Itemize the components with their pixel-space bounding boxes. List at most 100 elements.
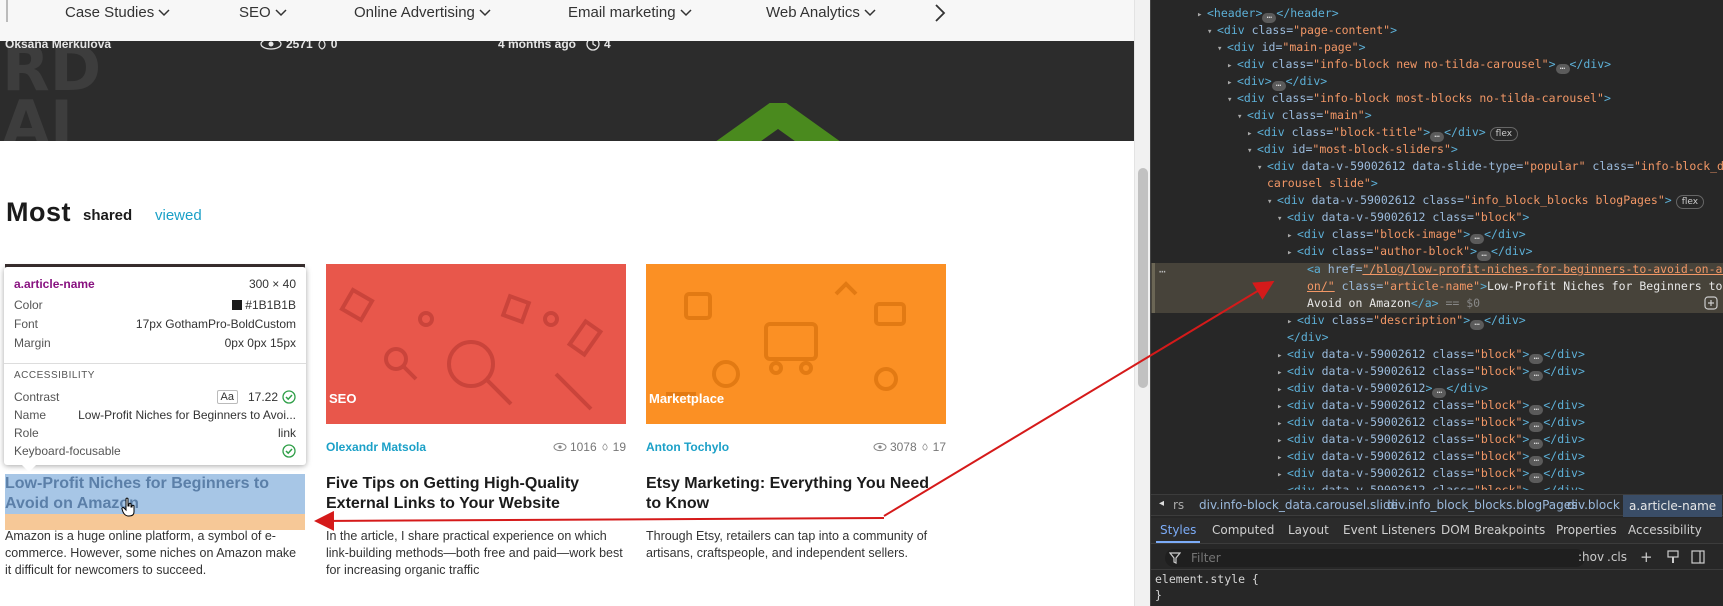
tag-token: <div	[1277, 193, 1312, 207]
breadcrumb-scroll-left-icon[interactable]: ◂	[1159, 498, 1164, 509]
dom-node-line[interactable]: carousel slide">	[1151, 175, 1723, 192]
dom-node-line[interactable]: ▸<div data-v-59002612 class="block">…</d…	[1151, 448, 1723, 466]
tab-event-listeners[interactable]: Event Listeners	[1343, 523, 1436, 537]
article-stats: 1016 19	[553, 440, 626, 454]
dom-node-line[interactable]: ▾ <div class="info-block most-blocks no-t…	[1151, 90, 1723, 107]
nav-item-web-analytics[interactable]: Web Analytics	[766, 4, 876, 21]
styles-filter-input[interactable]	[1165, 549, 1585, 567]
collapsed-dots-icon[interactable]: …	[1477, 250, 1492, 261]
chevron-right-icon[interactable]	[933, 2, 947, 24]
styles-filter-bar: :hov .cls +	[1151, 546, 1723, 570]
article-name[interactable]: Etsy Marketing: Everything You Need to K…	[646, 474, 946, 514]
author-name[interactable]: Anton Tochylo	[646, 440, 729, 454]
breadcrumb-item-active[interactable]: a.article-name	[1623, 495, 1723, 517]
dom-node-line[interactable]: on/" class="article-name">Low-Profit Nic…	[1151, 278, 1723, 295]
dom-node-line[interactable]: ▸ <div class="author-block">… </div>	[1151, 243, 1723, 262]
check-circle-icon	[282, 444, 296, 458]
dom-node-line[interactable]: ▸<div data-v-59002612 class="block">…</d…	[1151, 414, 1723, 432]
dom-node-line[interactable]: ▸<div data-v-59002612 class="block">…</d…	[1151, 482, 1723, 490]
dom-node-line[interactable]: ▸<div data-v-59002612 class="block">…</d…	[1151, 346, 1723, 364]
tag-token: </div>	[1543, 347, 1585, 361]
dom-node-line[interactable]: ▾ <div id="main-page">	[1151, 39, 1723, 56]
like-icon	[318, 41, 326, 50]
tab-styles[interactable]: Styles	[1160, 523, 1196, 537]
tooltip-size: 300 × 40	[248, 277, 296, 291]
tag-token: <div	[1297, 227, 1332, 241]
attr-name: class=	[1331, 313, 1374, 327]
dom-node-line[interactable]: <a href="/blog/low-profit-niches-for-beg…	[1151, 261, 1723, 278]
tab-properties[interactable]: Properties	[1556, 523, 1617, 537]
dom-node-line[interactable]: ▸ <div data-v-59002612>… </div>	[1151, 380, 1723, 398]
nav-item-seo[interactable]: SEO	[239, 4, 287, 21]
dom-node-line[interactable]: ▸ <div class="description">… </div>	[1151, 312, 1723, 330]
dom-node-line[interactable]: </div>	[1151, 329, 1723, 346]
hero-reading-time: 4	[604, 41, 611, 51]
dom-node-line[interactable]: ▸ <div>… </div>	[1151, 73, 1723, 91]
attr-name: data-v-59002612 class=	[1321, 432, 1474, 446]
element-style-rule[interactable]: element.style {	[1155, 572, 1259, 586]
views-count: 1016	[569, 440, 597, 454]
dom-node-line[interactable]: ▾ <div class="page-content">	[1151, 22, 1723, 39]
styles-pane: element.style { }	[1151, 572, 1723, 606]
cls-toggle[interactable]: .cls	[1607, 550, 1627, 564]
dom-node-line[interactable]: ▸ <div class="block-image">… </div>	[1151, 226, 1723, 244]
dom-node-line[interactable]: ▸<div data-v-59002612 class="block">…</d…	[1151, 363, 1723, 381]
sidebar-toggle-icon[interactable]	[1691, 550, 1705, 564]
tag-token: >	[1522, 483, 1530, 490]
tab-computed[interactable]: Computed	[1212, 523, 1274, 537]
like-icon	[922, 443, 928, 451]
selected-node-marker: == $0	[1438, 296, 1481, 310]
nav-item-case-studies[interactable]: Case Studies	[65, 4, 170, 21]
attr-name: data-v-59002612 class=	[1321, 398, 1474, 412]
expand-toggle-icon[interactable]: ▸	[1287, 245, 1297, 262]
dom-node-line[interactable]: ▸<div data-v-59002612 class="block">…</d…	[1151, 465, 1723, 483]
hov-toggle[interactable]: :hov	[1578, 550, 1604, 564]
article-name[interactable]: Five Tips on Getting High-Quality Extern…	[326, 474, 626, 514]
dom-node-line[interactable]: ▸ <div class="info-block new no-tilda-car…	[1151, 56, 1723, 74]
tab-dom-breakpoints[interactable]: DOM Breakpoints	[1441, 523, 1545, 537]
article-name[interactable]: Low-Profit Niches for Beginners to Avoid…	[5, 474, 305, 514]
category-tag[interactable]: SEO	[329, 391, 356, 406]
tag-token: <div	[1217, 23, 1252, 37]
tooltip-name-row: Name Low-Profit Niches for Beginners to …	[14, 408, 296, 422]
hero-author[interactable]: Oksana Merkulova	[5, 41, 111, 51]
hero-article-banner[interactable]: RD AI Oksana Merkulova 2571 0 4 months ag…	[0, 41, 1134, 141]
dom-node-line[interactable]: ▸ <div class="block-title">… </div> flex	[1151, 124, 1723, 142]
dom-node-line[interactable]: ▸<div data-v-59002612 class="block">…</d…	[1151, 397, 1723, 415]
tag-token: >	[1664, 193, 1672, 207]
dom-node-line[interactable]: Avoid on Amazon</a> == $0	[1151, 295, 1723, 312]
card-image[interactable]: SEO	[326, 264, 626, 424]
dom-node-line[interactable]: ▾ <div data-v-59002612 data-slide-type="p…	[1151, 158, 1723, 175]
dom-node-line[interactable]: ▸<div data-v-59002612 class="block">…</d…	[1151, 431, 1723, 449]
category-tag[interactable]: Marketplace	[649, 391, 724, 406]
attr-value: "info-block new no-tilda-carousel"	[1313, 57, 1549, 71]
breadcrumb-item[interactable]: rs	[1173, 498, 1184, 512]
page-scrollbar[interactable]	[1134, 0, 1150, 606]
add-rule-icon[interactable]: +	[1640, 548, 1653, 566]
dom-node-line[interactable]: ▾ <div data-v-59002612 class="info_block_…	[1151, 192, 1723, 209]
attr-value: "description"	[1373, 313, 1464, 327]
breadcrumb-item[interactable]: div.info_block_blocks.blogPages	[1387, 498, 1577, 512]
tag-token: </div>	[1543, 432, 1585, 446]
nav-item-email-marketing[interactable]: Email marketing	[568, 4, 692, 21]
attr-value: "most-block-sliders"	[1312, 142, 1451, 156]
breadcrumb-item[interactable]: div.block	[1567, 498, 1620, 512]
attr-value: "page-content"	[1293, 23, 1391, 37]
card-image[interactable]: Marketplace	[646, 264, 946, 424]
author-name[interactable]: Olexandr Matsola	[326, 440, 426, 454]
tab-accessibility[interactable]: Accessibility	[1628, 523, 1702, 537]
elements-tree: ⋯ ▸ <header>… </header> ▾ <div class="page-c…	[1151, 0, 1723, 490]
breadcrumb-item[interactable]: div.info-block_data.carousel.slide	[1199, 498, 1398, 512]
dom-node-line[interactable]: ▾ <div data-v-59002612 class="block">	[1151, 209, 1723, 226]
attr-value: "info-block_data	[1633, 159, 1723, 173]
tab-layout[interactable]: Layout	[1288, 523, 1329, 537]
dom-node-line[interactable]: ▾ <div id="most-block-sliders">	[1151, 141, 1723, 158]
paint-brush-icon[interactable]	[1666, 550, 1680, 564]
tab-viewed[interactable]: viewed	[155, 207, 202, 224]
expand-toggle-icon[interactable]: ▸	[1277, 484, 1287, 490]
dom-node-line[interactable]: ▸ <header>… </header>	[1151, 5, 1723, 23]
dom-node-line[interactable]: ▾ <div class="main">	[1151, 107, 1723, 124]
scrollbar-thumb[interactable]	[1138, 168, 1148, 388]
nav-item-online-advertising[interactable]: Online Advertising	[354, 4, 491, 21]
tab-shared[interactable]: shared	[83, 207, 132, 224]
